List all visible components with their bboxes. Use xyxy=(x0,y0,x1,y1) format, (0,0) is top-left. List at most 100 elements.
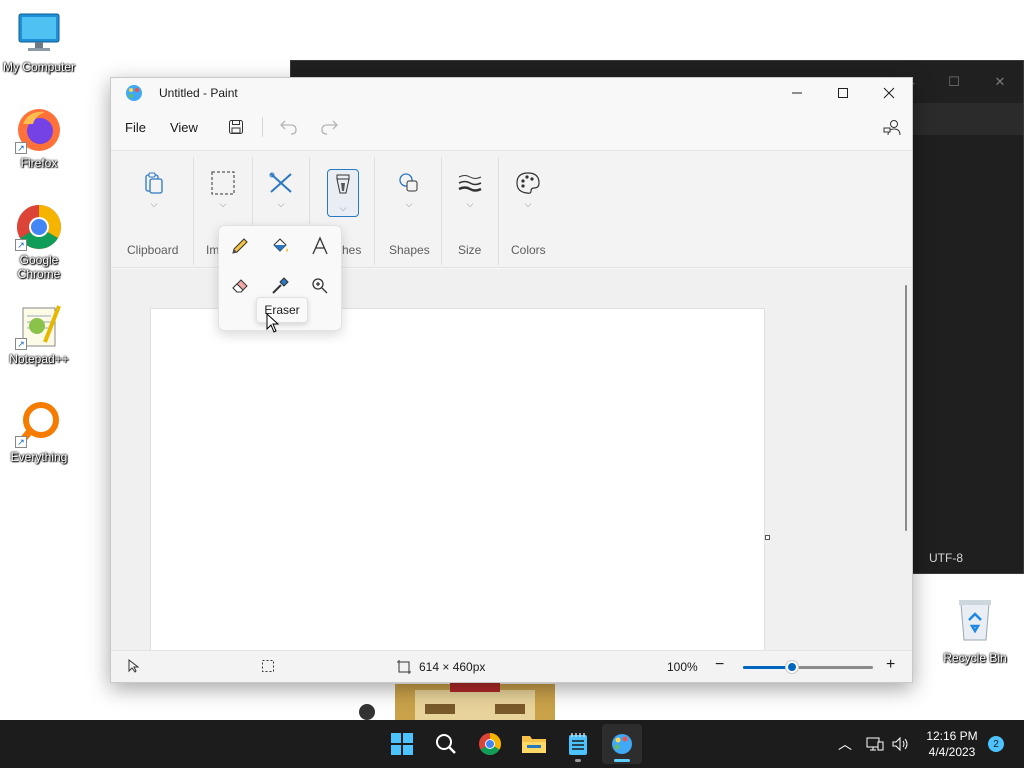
zoom-level[interactable]: 100% xyxy=(667,660,698,674)
taskbar-paint[interactable] xyxy=(602,724,642,764)
close-icon[interactable]: ✕ xyxy=(977,67,1023,97)
desktop-icon-label: Notepad++ xyxy=(9,352,69,366)
chevron-down-icon: ⌵ xyxy=(339,203,347,213)
canvas-size-icon xyxy=(397,660,411,674)
menu-file[interactable]: File xyxy=(125,120,160,135)
fill-tool[interactable] xyxy=(265,231,295,261)
tools-button[interactable]: ⌵ xyxy=(264,171,298,221)
close-icon xyxy=(883,87,895,99)
search-icon xyxy=(436,734,456,754)
running-indicator xyxy=(575,759,581,762)
paint-titlebar[interactable]: Untitled - Paint xyxy=(111,78,912,108)
firefox-icon: ↗ xyxy=(15,106,63,154)
paint-window[interactable]: Untitled - Paint File View ⌵ Clipboard ⌵… xyxy=(110,77,913,683)
colors-button[interactable]: ⌵ xyxy=(511,171,545,221)
notepad-icon xyxy=(569,733,587,755)
zoom-slider-fill xyxy=(743,666,793,669)
encoding-label[interactable]: UTF-8 xyxy=(929,551,963,565)
close-button[interactable] xyxy=(866,78,912,108)
user-settings-icon xyxy=(883,120,901,136)
clock-date: 4/4/2023 xyxy=(928,745,976,759)
redo-button[interactable] xyxy=(315,113,343,141)
fill-bucket-icon xyxy=(273,238,288,252)
magnifier-icon xyxy=(312,278,328,294)
shortcut-arrow-icon: ↗ xyxy=(15,338,27,350)
group-shapes: ⌵ Shapes xyxy=(375,151,441,269)
zoom-slider[interactable] xyxy=(743,661,873,673)
account-button[interactable] xyxy=(878,114,906,142)
selection-size xyxy=(261,659,275,673)
clipboard-icon xyxy=(145,172,163,194)
shapes-button[interactable]: ⌵ xyxy=(392,171,426,221)
chevron-down-icon: ⌵ xyxy=(405,199,413,209)
clock-time: 12:16 PM xyxy=(926,729,978,743)
volume-icon[interactable] xyxy=(892,736,910,752)
shortcut-arrow-icon: ↗ xyxy=(15,142,27,154)
menu-view[interactable]: View xyxy=(170,120,212,135)
text-tool[interactable] xyxy=(305,231,335,261)
desktop-icon-notepadpp[interactable]: ↗ Notepad++ xyxy=(1,302,77,366)
chevron-down-icon: ⌵ xyxy=(150,199,158,209)
maximize-icon[interactable]: ☐ xyxy=(931,67,977,97)
chevron-down-icon: ⌵ xyxy=(466,199,474,209)
taskbar-file-explorer[interactable] xyxy=(514,724,554,764)
background-image xyxy=(355,682,590,720)
search-button[interactable] xyxy=(426,724,466,764)
brushes-button[interactable]: ⌵ xyxy=(327,169,359,217)
start-button[interactable] xyxy=(382,724,422,764)
statusbar: 614 × 460px 100% − + xyxy=(111,650,912,682)
selection-icon xyxy=(262,660,274,672)
shortcut-arrow-icon: ↗ xyxy=(15,239,27,251)
desktop-icon-everything[interactable]: ↗ Everything xyxy=(1,400,77,464)
maximize-button[interactable] xyxy=(820,78,866,108)
taskbar-chrome[interactable] xyxy=(470,724,510,764)
vertical-scrollbar[interactable] xyxy=(905,285,907,531)
desktop-icon-recycle-bin[interactable]: Recycle Bin xyxy=(940,596,1010,665)
chevron-down-icon: ⌵ xyxy=(219,199,227,209)
chevron-up-icon[interactable]: ︿ xyxy=(838,734,852,754)
canvas-resize-handle[interactable] xyxy=(765,535,770,540)
mouse-cursor-icon xyxy=(266,312,280,338)
pencil-tool[interactable] xyxy=(225,231,255,261)
selection-icon xyxy=(211,171,235,195)
taskbar-notepad[interactable] xyxy=(558,724,598,764)
pointer-icon xyxy=(128,659,139,673)
select-button[interactable]: ⌵ xyxy=(206,171,240,221)
active-indicator xyxy=(614,759,630,762)
desktop-icon-my-computer[interactable]: My Computer xyxy=(1,10,77,74)
minimize-button[interactable] xyxy=(774,78,820,108)
zoom-slider-thumb[interactable] xyxy=(786,661,799,673)
undo-button[interactable] xyxy=(275,113,303,141)
tools-icon xyxy=(269,172,292,193)
zoom-in-button[interactable]: + xyxy=(886,656,895,674)
zoom-out-button[interactable]: − xyxy=(715,656,724,674)
palette-icon xyxy=(516,172,540,194)
desktop-icon-label: Google Chrome xyxy=(17,253,61,281)
group-label: Clipboard xyxy=(127,243,179,257)
eraser-tool[interactable] xyxy=(225,271,255,301)
magnifier-tool[interactable] xyxy=(305,271,335,301)
size-button[interactable]: ⌵ xyxy=(453,171,487,221)
shortcut-arrow-icon: ↗ xyxy=(15,436,27,448)
paint-app-icon xyxy=(612,734,632,754)
brush-icon xyxy=(336,174,350,194)
taskbar: ︿ 12:16 PM 4/4/2023 xyxy=(0,720,1024,768)
desktop-icon-chrome[interactable]: ↗ Google Chrome xyxy=(1,203,77,281)
clipboard-button[interactable]: ⌵ xyxy=(137,171,171,221)
eraser-icon xyxy=(232,279,248,293)
line-size-icon xyxy=(458,175,482,192)
clock[interactable]: 12:16 PM 4/4/2023 xyxy=(920,728,984,760)
desktop-icon-firefox[interactable]: ↗ Firefox xyxy=(1,106,77,170)
minimize-icon xyxy=(792,92,802,94)
chrome-icon xyxy=(479,733,501,755)
network-icon[interactable] xyxy=(866,736,884,752)
group-clipboard: ⌵ Clipboard xyxy=(111,151,193,269)
minus-icon: − xyxy=(715,656,725,673)
notification-badge[interactable]: 2 xyxy=(988,736,1004,752)
windows-icon xyxy=(391,733,413,755)
notepadpp-icon: ↗ xyxy=(15,302,63,350)
maximize-icon xyxy=(838,88,848,98)
pointer-position xyxy=(127,659,139,673)
drawing-canvas[interactable] xyxy=(150,308,765,652)
save-button[interactable] xyxy=(222,113,250,141)
